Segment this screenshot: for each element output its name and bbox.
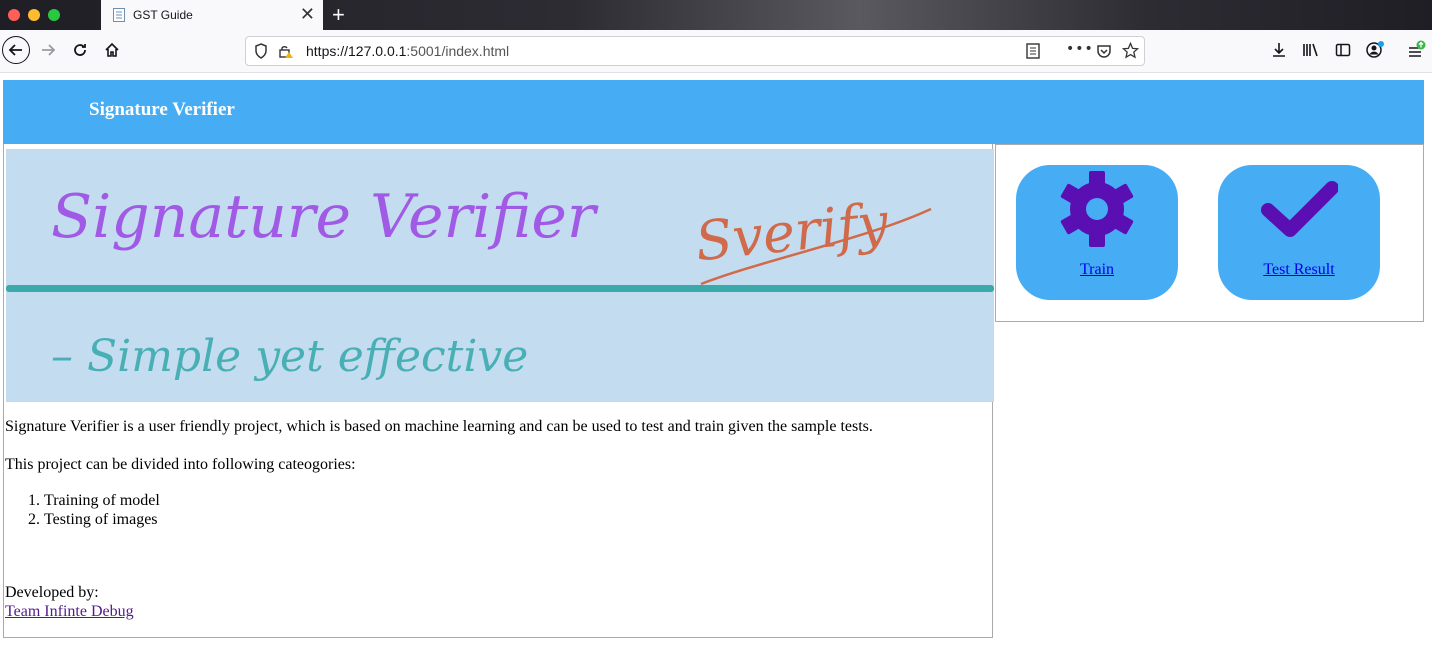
new-tab-button[interactable]: + bbox=[332, 2, 345, 28]
page-icon bbox=[113, 8, 125, 22]
maximize-window-button[interactable] bbox=[48, 9, 60, 21]
categories-list: Training of model Testing of images bbox=[5, 491, 160, 529]
tab-title: GST Guide bbox=[133, 8, 193, 22]
test-result-card[interactable]: Test Result bbox=[1218, 165, 1380, 300]
forward-arrow-icon bbox=[42, 44, 56, 56]
list-item: Testing of images bbox=[44, 510, 160, 529]
train-card[interactable]: Train bbox=[1016, 165, 1178, 300]
reload-icon bbox=[74, 44, 86, 56]
account-icon bbox=[1366, 41, 1384, 58]
home-icon bbox=[105, 42, 119, 57]
gear-icon bbox=[1060, 171, 1134, 247]
forward-button[interactable] bbox=[36, 38, 60, 62]
hamburger-menu-icon bbox=[1409, 40, 1426, 57]
minimize-window-button[interactable] bbox=[28, 9, 40, 21]
site-header: Signature Verifier bbox=[3, 80, 1424, 144]
actions-panel: Train Test Result bbox=[995, 144, 1424, 322]
banner-image: Signature Verifier Sverify – Simple yet … bbox=[6, 149, 994, 402]
account-button[interactable] bbox=[1363, 38, 1387, 62]
site-brand[interactable]: Signature Verifier bbox=[89, 99, 235, 121]
pocket-icon[interactable] bbox=[1096, 43, 1112, 59]
back-arrow-icon bbox=[8, 44, 22, 56]
browser-tab-strip: GST Guide ✕ + bbox=[0, 0, 1432, 30]
download-icon bbox=[1273, 43, 1285, 57]
downloads-button[interactable] bbox=[1267, 38, 1291, 62]
banner-tagline-text: – Simple yet effective bbox=[51, 331, 528, 382]
app-menu-button[interactable] bbox=[1404, 38, 1428, 62]
browser-tab[interactable]: GST Guide ✕ bbox=[101, 0, 323, 30]
reload-button[interactable] bbox=[68, 38, 92, 62]
page-actions-icon[interactable]: ••• bbox=[1066, 41, 1094, 57]
library-icon bbox=[1303, 43, 1318, 57]
main-content: Signature Verifier Sverify – Simple yet … bbox=[3, 144, 994, 638]
banner-signature-text: Sverify bbox=[692, 190, 892, 273]
tab-close-icon[interactable]: ✕ bbox=[300, 5, 315, 23]
address-bar[interactable]: https://127.0.0.1:5001/index.html ••• bbox=[245, 36, 1145, 66]
shield-icon[interactable] bbox=[254, 43, 268, 59]
close-window-button[interactable] bbox=[8, 9, 20, 21]
reader-view-icon[interactable] bbox=[1026, 43, 1040, 59]
library-button[interactable] bbox=[1299, 38, 1323, 62]
back-button[interactable] bbox=[2, 36, 30, 64]
checkmark-icon bbox=[1261, 181, 1338, 237]
banner-handwriting: Signature Verifier Sverify – Simple yet … bbox=[6, 182, 994, 382]
sidebar-button[interactable] bbox=[1331, 38, 1355, 62]
sidebar-icon bbox=[1335, 43, 1351, 57]
url-text[interactable]: https://127.0.0.1:5001/index.html bbox=[306, 43, 509, 59]
test-result-link[interactable]: Test Result bbox=[1218, 261, 1380, 279]
intro-paragraph: Signature Verifier is a user friendly pr… bbox=[5, 418, 873, 435]
team-link[interactable]: Team Infinte Debug bbox=[5, 603, 134, 621]
banner-title-text: Signature Verifier bbox=[51, 182, 599, 252]
train-link[interactable]: Train bbox=[1016, 261, 1178, 279]
insecure-lock-icon[interactable] bbox=[278, 43, 294, 59]
developed-by-label: Developed by: bbox=[5, 584, 99, 601]
home-button[interactable] bbox=[100, 38, 124, 62]
list-item: Training of model bbox=[44, 491, 160, 510]
categories-intro: This project can be divided into followi… bbox=[5, 456, 356, 473]
bookmark-star-icon[interactable] bbox=[1122, 42, 1139, 59]
banner-divider bbox=[6, 285, 994, 292]
browser-toolbar: https://127.0.0.1:5001/index.html ••• bbox=[0, 30, 1432, 73]
